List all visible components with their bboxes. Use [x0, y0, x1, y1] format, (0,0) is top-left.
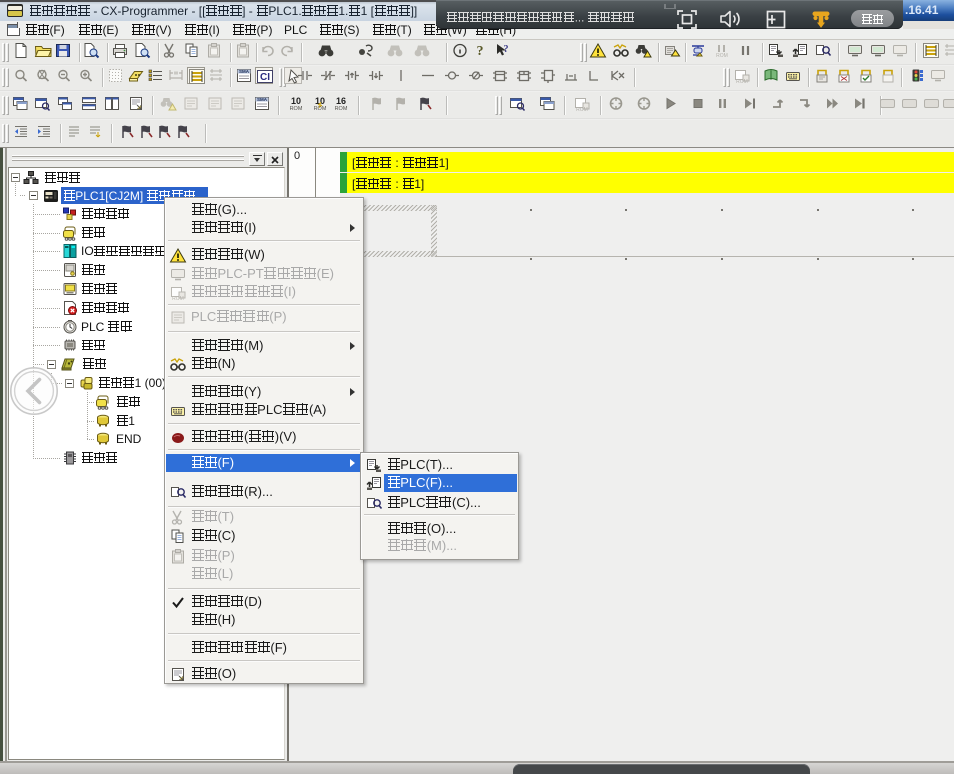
- svg-text:SMA: SMA: [239, 69, 250, 74]
- svg-text:ROM: ROM: [736, 79, 748, 84]
- svg-text:CI: CI: [260, 72, 270, 83]
- svg-text:ROM: ROM: [335, 106, 348, 112]
- svg-text:ROM: ROM: [172, 296, 184, 301]
- svg-text:?: ?: [504, 44, 509, 55]
- svg-text:?: ?: [477, 44, 484, 59]
- svg-text:10: 10: [291, 96, 301, 106]
- svg-text:ROM: ROM: [314, 106, 327, 112]
- svg-text:SMA: SMA: [257, 97, 268, 102]
- svg-text:16: 16: [336, 96, 346, 106]
- svg-text:ROM: ROM: [716, 53, 728, 59]
- svg-text:ROM: ROM: [576, 107, 588, 112]
- svg-text:ROM: ROM: [290, 106, 303, 112]
